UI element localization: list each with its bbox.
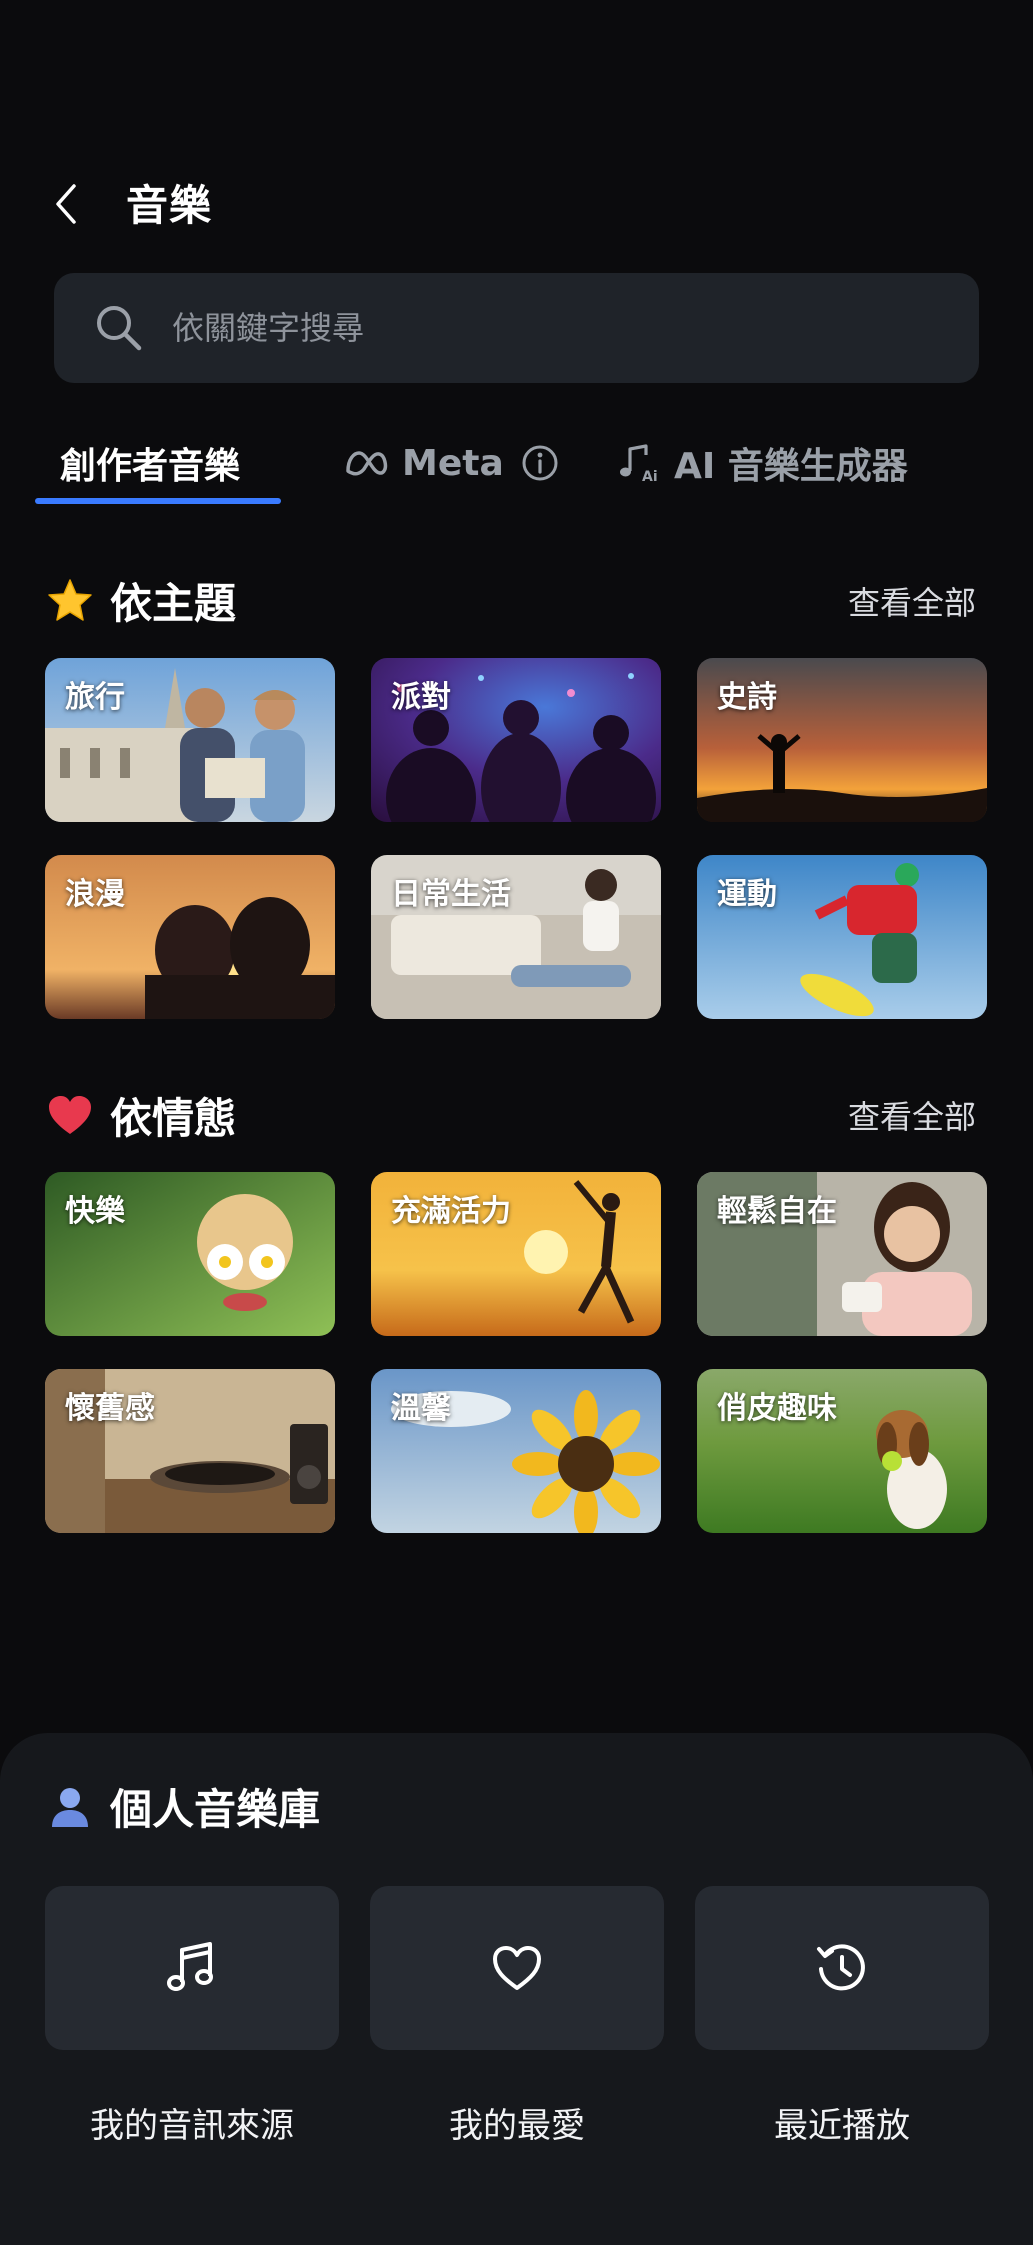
- star-icon: [48, 578, 92, 621]
- tile-label: 快樂: [65, 1194, 125, 1229]
- my-audio-sources-label: 我的音訊來源: [90, 2106, 294, 2146]
- theme-tile-party[interactable]: 派對: [371, 658, 661, 822]
- search-icon: [97, 306, 142, 351]
- tile-label: 日常生活: [391, 877, 511, 912]
- theme-tile-romance[interactable]: 浪漫: [45, 855, 335, 1019]
- svg-text:Ai: Ai: [642, 469, 658, 485]
- tile-label: 運動: [717, 877, 777, 912]
- moods-section-title: 依情態: [46, 1085, 236, 1146]
- themes-view-all-link[interactable]: 查看全部: [848, 578, 976, 624]
- themes-section-title: 依主題: [46, 570, 236, 631]
- theme-tile-epic[interactable]: 史詩: [697, 658, 987, 822]
- tab-creator-music[interactable]: 創作者音樂: [60, 428, 240, 498]
- mood-tile-energetic[interactable]: 充滿活力: [371, 1172, 661, 1336]
- mood-tile-relaxed[interactable]: 輕鬆自在: [697, 1172, 987, 1336]
- recently-played-button[interactable]: [695, 1886, 989, 2050]
- tile-label: 俏皮趣味: [717, 1391, 837, 1426]
- tab-label: 創作者音樂: [60, 446, 241, 487]
- tile-label: 浪漫: [65, 877, 125, 912]
- recently-played-label: 最近播放: [774, 2106, 910, 2146]
- tile-label: 溫馨: [391, 1391, 451, 1426]
- heart-icon: [493, 1946, 541, 1990]
- library-section-title: 個人音樂庫: [46, 1776, 320, 1837]
- tab-meta[interactable]: Meta: [344, 428, 560, 498]
- tile-label: 懷舊感: [65, 1391, 155, 1426]
- tile-label: 充滿活力: [391, 1194, 511, 1229]
- history-icon: [817, 1944, 865, 1991]
- tab-label: Meta: [402, 442, 504, 484]
- tile-label: 史詩: [717, 680, 777, 715]
- theme-tile-travel[interactable]: 旅行: [45, 658, 335, 822]
- page-title: 音樂: [126, 181, 213, 230]
- tab-ai-music-generator[interactable]: Ai AI 音樂生成器: [616, 428, 908, 498]
- my-favorites-label: 我的最愛: [449, 2106, 585, 2146]
- search-input[interactable]: [170, 308, 979, 348]
- info-icon[interactable]: [520, 443, 560, 483]
- search-bar[interactable]: [54, 273, 979, 383]
- mood-tile-happy[interactable]: 快樂: [45, 1172, 335, 1336]
- theme-tile-sports[interactable]: 運動: [697, 855, 987, 1019]
- my-audio-sources-button[interactable]: [45, 1886, 339, 2050]
- chevron-left-icon: [56, 184, 76, 224]
- mood-tile-nostalgic[interactable]: 懷舊感: [45, 1369, 335, 1533]
- tile-label: 輕鬆自在: [717, 1194, 837, 1229]
- tile-label: 旅行: [65, 680, 125, 715]
- mood-tile-playful[interactable]: 俏皮趣味: [697, 1369, 987, 1533]
- person-icon: [52, 1787, 88, 1827]
- ai-music-icon: Ai: [620, 444, 658, 485]
- my-favorites-button[interactable]: [370, 1886, 664, 2050]
- meta-logo-icon: [346, 451, 388, 476]
- theme-tile-daily-life[interactable]: 日常生活: [371, 855, 661, 1019]
- tab-label: AI 音樂生成器: [674, 446, 908, 487]
- moods-view-all-link[interactable]: 查看全部: [848, 1092, 976, 1138]
- tile-label: 派對: [391, 680, 451, 715]
- music-note-icon: [167, 1942, 213, 1991]
- back-button[interactable]: [42, 176, 90, 232]
- mood-tile-cozy[interactable]: 溫馨: [371, 1369, 661, 1533]
- heart-emoji-icon: [49, 1095, 91, 1134]
- active-tab-indicator: [35, 498, 281, 504]
